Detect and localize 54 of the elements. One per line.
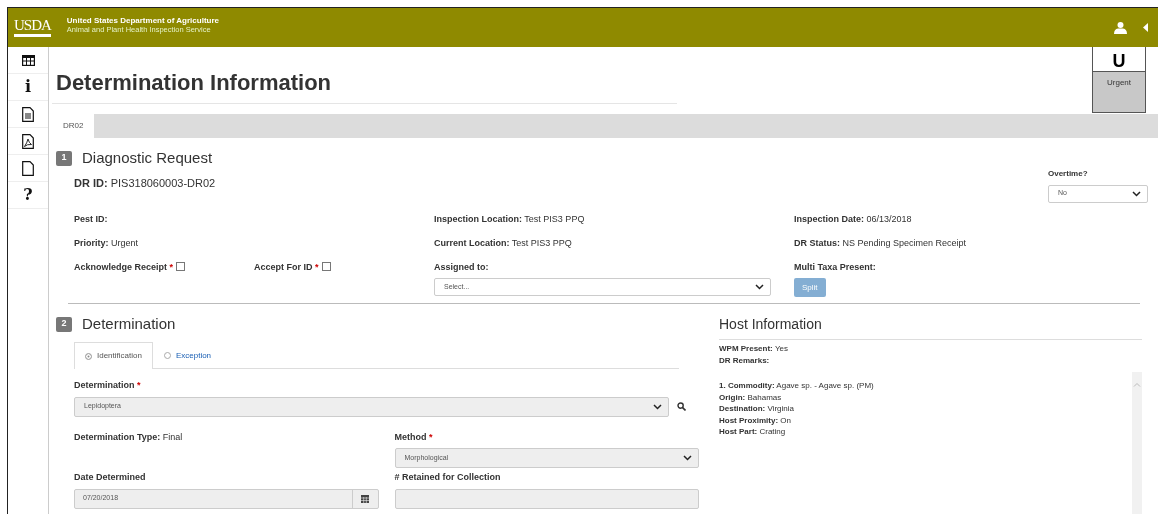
info-field: Priority: Urgent <box>74 238 139 248</box>
chevron-icon <box>683 455 692 461</box>
section-title: Diagnostic Request <box>82 147 213 168</box>
checkbox[interactable] <box>176 261 186 271</box>
info-field: Inspection Location: Test PIS3 PPQ <box>434 213 585 224</box>
chevron-icon <box>653 403 662 410</box>
retained-field[interactable] <box>394 488 699 509</box>
info-field: Pest ID: <box>74 213 108 224</box>
date-determined-label: Date Determined <box>74 471 146 484</box>
host-field: Origin: Bahamas <box>719 392 782 402</box>
host-field: Host Part: Crating <box>719 427 786 436</box>
info-field: DR Status: NS Pending Specimen Receipt <box>794 238 967 248</box>
table-icon[interactable] <box>21 54 35 66</box>
document-icon[interactable] <box>22 106 34 122</box>
sidebar-glyph[interactable]: i <box>24 79 32 95</box>
checkbox[interactable] <box>321 261 331 271</box>
multi-taxa-label: Multi Taxa Present: <box>794 260 876 274</box>
pdf-icon[interactable] <box>22 133 34 149</box>
determination-tab[interactable]: Identification <box>74 342 153 369</box>
checkbox-label: Accept For ID * <box>254 261 319 272</box>
info-field: Current Location: Test PIS3 PPQ <box>434 238 572 248</box>
checkbox-label: Acknowledge Receipt * <box>74 261 174 272</box>
page-title: Determination Information <box>52 70 677 104</box>
section-title: Determination <box>82 313 176 334</box>
section-number: 1 <box>56 150 72 166</box>
priority-badge: U Urgent <box>1092 47 1146 113</box>
method-label: Method * <box>394 430 433 444</box>
scrollbar[interactable] <box>1132 372 1142 514</box>
dr-id: DR ID: PIS318060003-DR02 <box>74 176 216 191</box>
host-title: Host Information <box>719 314 1142 340</box>
search-icon[interactable] <box>677 402 686 411</box>
sidebar-glyph[interactable]: ? <box>23 187 33 203</box>
host-field: DR Remarks: <box>719 355 770 365</box>
assigned-label: Assigned to: <box>434 260 489 274</box>
chevron-icon <box>1132 190 1141 197</box>
usda-logo: USDA <box>14 18 51 37</box>
host-field: 1. Commodity: Agave sp. - Agave sp. (PM) <box>719 381 874 390</box>
record-tab[interactable]: DR02 <box>52 114 95 138</box>
chevron-icon <box>755 284 764 290</box>
section-number: 2 <box>56 316 72 332</box>
retained-label: # Retained for Collection <box>394 471 501 484</box>
overtime-label: Overtime? <box>1048 168 1088 180</box>
determination-tab[interactable]: Exception <box>152 342 223 368</box>
host-field: WPM Present: Yes <box>719 344 788 353</box>
calendar-icon[interactable] <box>361 494 369 503</box>
file-icon[interactable] <box>22 160 34 176</box>
host-field: Destination: Virginia <box>719 404 794 413</box>
determination-label: Determination * <box>74 379 141 392</box>
info-field: Inspection Date: 06/13/2018 <box>794 213 912 224</box>
determination-type: Determination Type: Final <box>74 430 183 444</box>
collapse-icon[interactable] <box>1143 23 1148 32</box>
host-field: Host Proximity: On <box>719 415 792 425</box>
user-icon[interactable] <box>1114 21 1127 34</box>
agency-name: United States Department of Agriculture <box>66 16 219 26</box>
